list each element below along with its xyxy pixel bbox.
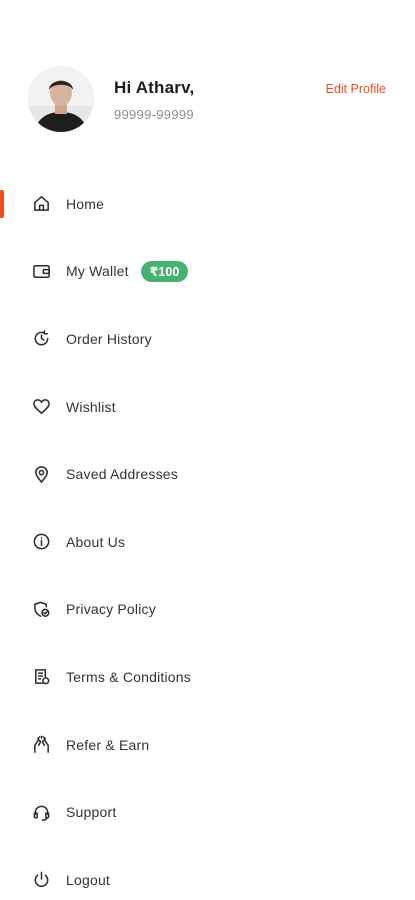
greeting-text: Hi Atharv,	[114, 78, 195, 97]
menu-item-saved-addresses[interactable]: Saved Addresses	[0, 440, 415, 508]
menu-item-privacy-policy[interactable]: Privacy Policy	[0, 576, 415, 644]
location-pin-icon	[31, 464, 51, 484]
home-icon	[31, 194, 51, 214]
menu-item-label: About Us	[66, 533, 126, 550]
menu-item-label: Privacy Policy	[66, 601, 156, 618]
menu-item-about-us[interactable]: About Us	[0, 508, 415, 576]
menu-item-label: Terms & Conditions	[66, 668, 191, 685]
menu-item-refer-earn[interactable]: Refer & Earn	[0, 711, 415, 779]
side-menu: Home My Wallet ₹100 Order History Wishli…	[0, 170, 415, 900]
menu-item-order-history[interactable]: Order History	[0, 305, 415, 373]
privacy-shield-icon	[31, 599, 51, 619]
menu-item-logout[interactable]: Logout	[0, 846, 415, 900]
avatar[interactable]	[28, 66, 94, 132]
edit-profile-link[interactable]: Edit Profile	[326, 82, 386, 96]
refer-hands-icon	[31, 735, 51, 755]
avatar-image	[28, 66, 94, 132]
wallet-balance-badge: ₹100	[140, 260, 189, 282]
headset-icon	[31, 802, 51, 822]
document-icon	[31, 667, 51, 687]
menu-item-label: Logout	[66, 871, 111, 888]
menu-item-label: My Wallet	[66, 263, 129, 280]
menu-item-label: Refer & Earn	[66, 736, 150, 753]
menu-item-support[interactable]: Support	[0, 778, 415, 846]
history-icon	[31, 329, 51, 349]
menu-item-home[interactable]: Home	[0, 170, 415, 238]
wallet-icon	[31, 261, 51, 281]
info-icon	[31, 532, 51, 552]
menu-item-label: Order History	[66, 330, 152, 347]
menu-item-my-wallet[interactable]: My Wallet ₹100	[0, 238, 415, 306]
heart-icon	[31, 397, 51, 417]
menu-item-label: Home	[66, 195, 105, 212]
menu-item-label: Wishlist	[66, 398, 116, 415]
menu-item-terms-conditions[interactable]: Terms & Conditions	[0, 643, 415, 711]
phone-number: 99999-99999	[114, 107, 194, 122]
menu-item-wishlist[interactable]: Wishlist	[0, 373, 415, 441]
power-icon	[31, 870, 51, 890]
profile-header: Hi Atharv, 99999-99999 Edit Profile	[28, 66, 398, 136]
menu-item-label: Support	[66, 804, 117, 821]
menu-item-label: Saved Addresses	[66, 466, 178, 483]
